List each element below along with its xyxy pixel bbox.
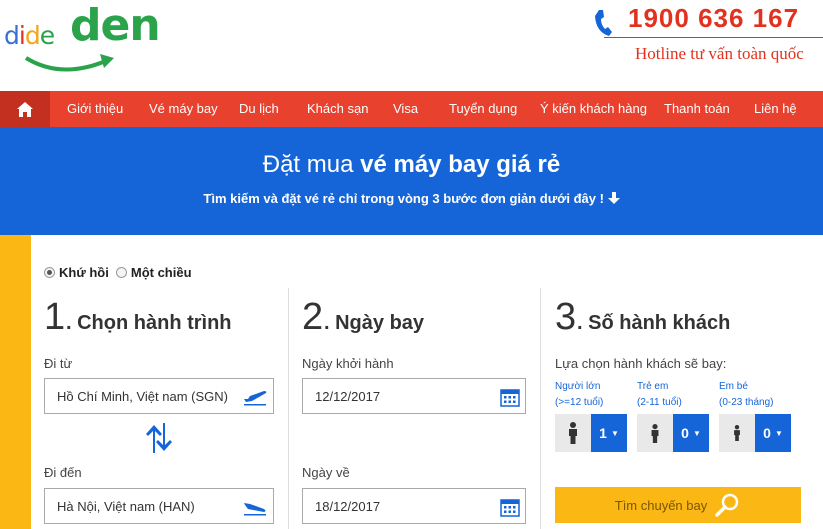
phone-icon (595, 10, 612, 36)
round-trip-radio[interactable] (44, 267, 55, 278)
side-accent-strip (0, 235, 31, 529)
to-value: Hà Nội, Việt nam (HAN) (57, 498, 195, 514)
chevron-down-icon: ▼ (774, 428, 783, 438)
nav-item-du-lich[interactable]: Du lịch (239, 101, 279, 116)
step-1-title: . Chọn hành trình (66, 312, 232, 334)
search-flights-button[interactable]: Tìm chuyến bay (555, 487, 801, 523)
infant-count: 0 (763, 425, 771, 441)
passenger-hint: Lựa chọn hành khách sẽ bay: (555, 356, 727, 371)
adult-count: 1 (599, 425, 607, 441)
one-way-radio[interactable] (115, 267, 127, 278)
child-passenger-select[interactable]: 0 ▼ (637, 414, 709, 452)
depart-label: Ngày khởi hành (302, 356, 394, 371)
nav-item-visa[interactable]: Visa (393, 101, 418, 116)
from-value: Hồ Chí Minh, Việt nam (SGN) (57, 388, 228, 404)
search-flights-label: Tìm chuyến bay (614, 497, 708, 513)
to-input[interactable]: Hà Nội, Việt nam (HAN) (44, 488, 274, 524)
adult-passenger-select[interactable]: 1 ▼ (555, 414, 627, 452)
banner-subtitle: Tìm kiếm và đặt vé rẻ chỉ trong vòng 3 b… (0, 191, 823, 206)
depart-date-value: 12/12/2017 (315, 388, 381, 404)
nav-item-khach-san[interactable]: Khách sạn (307, 101, 368, 116)
hero-banner: Đặt mua vé máy bay giá rẻ Tìm kiếm và đặ… (0, 127, 823, 235)
nav-item-lien-he[interactable]: Liên hệ (754, 101, 797, 116)
step-3-number: 3 (555, 296, 577, 338)
step-1-number: 1 (44, 296, 66, 338)
adult-label-text: Người lớn (555, 381, 601, 392)
to-label: Đi đến (44, 465, 82, 480)
person-icon (734, 425, 740, 441)
nav-item-y-kien[interactable]: Ý kiến khách hàng (540, 101, 647, 116)
calendar-icon[interactable] (500, 497, 520, 517)
nav-item-gioi-thieu[interactable]: Giới thiệu (67, 101, 123, 116)
nav-item-tuyen-dung[interactable]: Tuyển dụng (449, 101, 517, 116)
main-nav: Giới thiệu Vé máy bay Du lịch Khách sạn … (0, 91, 823, 127)
banner-title: Đặt mua vé máy bay giá rẻ (0, 151, 823, 179)
logo-wordmark: den (70, 0, 161, 51)
nav-home[interactable] (0, 91, 50, 127)
round-trip-label[interactable]: Khứ hồi (59, 265, 109, 280)
step-2-number: 2 (302, 296, 324, 338)
infant-label-text: Em bé (719, 381, 748, 392)
infant-age-range: (0-23 tháng) (719, 397, 774, 408)
from-input[interactable]: Hồ Chí Minh, Việt nam (SGN) (44, 378, 274, 414)
adult-label: Người lớn (>=12 tuổi) (555, 379, 603, 411)
one-way-label[interactable]: Một chiều (131, 265, 192, 280)
trip-type-group: Khứ hồi Một chiều (44, 265, 199, 280)
hotline-divider (604, 37, 823, 38)
person-icon (651, 423, 659, 443)
hotline-caption: Hotline tư vấn toàn quốc (635, 44, 804, 63)
banner-title-plain: Đặt mua (262, 151, 361, 178)
search-icon (715, 493, 739, 517)
nav-item-thanh-toan[interactable]: Thanh toán (664, 101, 730, 116)
adult-age-range: (>=12 tuổi) (555, 397, 604, 408)
swap-icon[interactable] (145, 423, 173, 453)
column-divider (288, 288, 289, 529)
child-count: 0 (681, 425, 689, 441)
chevron-down-icon: ▼ (610, 428, 619, 438)
from-label: Đi từ (44, 356, 73, 371)
arrow-down-icon (607, 192, 620, 204)
return-label: Ngày về (302, 465, 350, 480)
child-age-range: (2-11 tuổi) (637, 397, 682, 408)
banner-title-bold: vé máy bay giá rẻ (360, 151, 561, 178)
step-3-title: . Số hành khách (577, 312, 731, 334)
hotline-number[interactable]: 1900 636 167 (628, 3, 799, 34)
site-logo[interactable]: dide den (4, 0, 161, 82)
step-2-title: . Ngày bay (324, 312, 425, 334)
child-label-text: Trẻ em (637, 381, 669, 392)
logo-swoosh-icon (24, 54, 114, 72)
site-header: dide den 1900 636 167 Hotline tư vấn toà… (0, 0, 823, 91)
return-date-value: 18/12/2017 (315, 498, 381, 514)
plane-takeoff-icon (244, 391, 267, 406)
logo-letter: d (4, 21, 20, 50)
chevron-down-icon: ▼ (692, 428, 701, 438)
column-divider (540, 288, 541, 529)
depart-date-input[interactable]: 12/12/2017 (302, 378, 526, 414)
child-label: Trẻ em (2-11 tuổi) (637, 379, 682, 411)
nav-item-ve-may-bay[interactable]: Vé máy bay (149, 101, 218, 116)
infant-passenger-select[interactable]: 0 ▼ (719, 414, 791, 452)
plane-landing-icon (244, 503, 266, 516)
person-icon (569, 422, 577, 444)
return-date-input[interactable]: 18/12/2017 (302, 488, 526, 524)
banner-subtitle-text: Tìm kiếm và đặt vé rẻ chỉ trong vòng 3 b… (203, 191, 604, 206)
infant-label: Em bé (0-23 tháng) (719, 379, 773, 411)
home-icon (17, 101, 33, 117)
calendar-icon[interactable] (500, 387, 520, 407)
